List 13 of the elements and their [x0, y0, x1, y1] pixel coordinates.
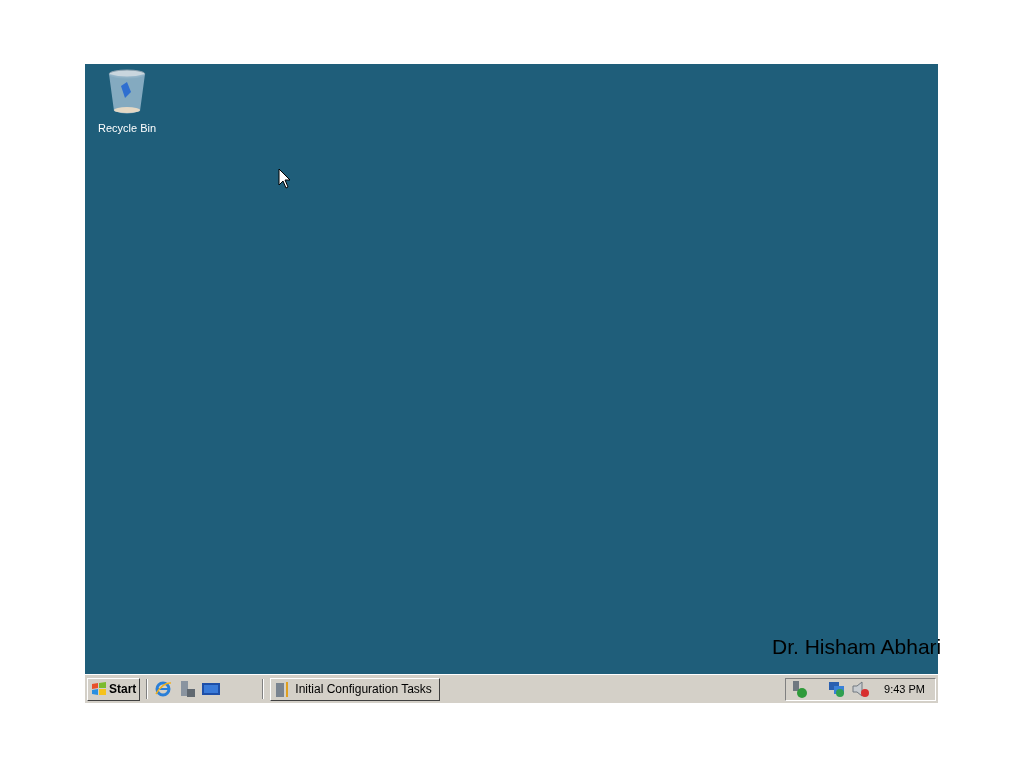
recycle-bin-icon	[107, 68, 147, 116]
taskbar-window-button[interactable]: Initial Configuration Tasks	[270, 677, 441, 701]
desktop-icon-label[interactable]: Recycle Bin	[97, 120, 157, 137]
clock[interactable]: 9:43 PM	[884, 680, 925, 698]
cursor-icon	[278, 168, 291, 190]
start-button[interactable]: Start	[87, 677, 141, 701]
network-icon[interactable]	[828, 680, 847, 698]
plug-shield-icon[interactable]	[790, 680, 809, 698]
browser-icon[interactable]	[154, 680, 173, 698]
windows-logo-icon	[91, 682, 107, 696]
muted-speaker-icon[interactable]	[852, 680, 871, 698]
server-icon[interactable]	[178, 680, 197, 698]
desktop-icon[interactable]	[202, 682, 221, 696]
